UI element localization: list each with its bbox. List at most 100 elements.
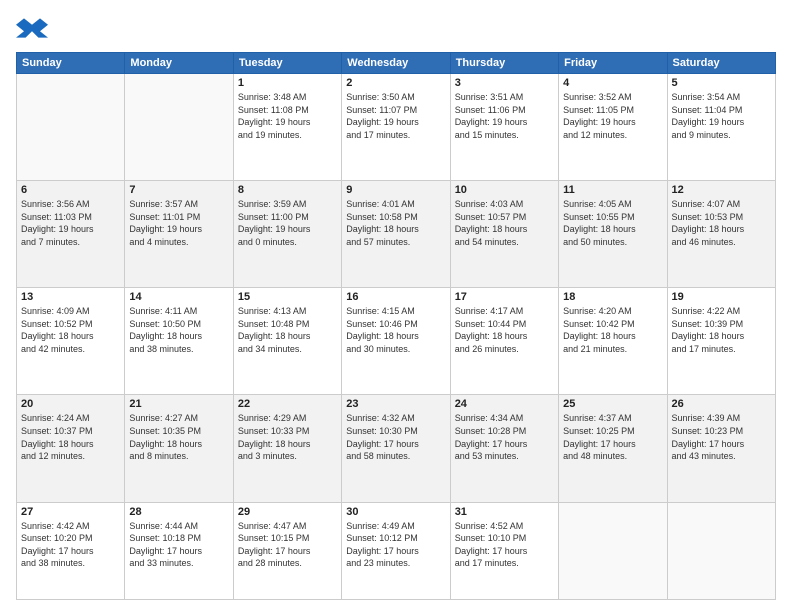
- day-number: 29: [238, 506, 337, 518]
- day-number: 13: [21, 291, 120, 303]
- weekday-header-tuesday: Tuesday: [233, 53, 341, 74]
- day-info: Sunrise: 4:20 AMSunset: 10:42 PMDaylight…: [563, 305, 662, 355]
- day-info: Sunrise: 4:22 AMSunset: 10:39 PMDaylight…: [672, 305, 771, 355]
- day-info: Sunrise: 4:49 AMSunset: 10:12 PMDaylight…: [346, 520, 445, 570]
- calendar-cell: 19 Sunrise: 4:22 AMSunset: 10:39 PMDaylig…: [667, 288, 775, 395]
- calendar-cell: 3 Sunrise: 3:51 AMSunset: 11:06 PMDayligh…: [450, 74, 558, 181]
- calendar-cell: 4 Sunrise: 3:52 AMSunset: 11:05 PMDayligh…: [559, 74, 667, 181]
- day-info: Sunrise: 4:13 AMSunset: 10:48 PMDaylight…: [238, 305, 337, 355]
- logo: [16, 12, 52, 44]
- generalblue-icon: [16, 12, 48, 44]
- calendar-cell: 2 Sunrise: 3:50 AMSunset: 11:07 PMDayligh…: [342, 74, 450, 181]
- day-info: Sunrise: 4:05 AMSunset: 10:55 PMDaylight…: [563, 198, 662, 248]
- day-number: 26: [672, 398, 771, 410]
- day-number: 9: [346, 184, 445, 196]
- day-info: Sunrise: 4:11 AMSunset: 10:50 PMDaylight…: [129, 305, 228, 355]
- calendar-cell: 15 Sunrise: 4:13 AMSunset: 10:48 PMDaylig…: [233, 288, 341, 395]
- calendar-cell: 6 Sunrise: 3:56 AMSunset: 11:03 PMDayligh…: [17, 181, 125, 288]
- day-number: 23: [346, 398, 445, 410]
- weekday-header-thursday: Thursday: [450, 53, 558, 74]
- calendar-cell: 5 Sunrise: 3:54 AMSunset: 11:04 PMDayligh…: [667, 74, 775, 181]
- calendar-table: SundayMondayTuesdayWednesdayThursdayFrid…: [16, 52, 776, 600]
- day-info: Sunrise: 3:56 AMSunset: 11:03 PMDaylight…: [21, 198, 120, 248]
- day-number: 28: [129, 506, 228, 518]
- day-number: 31: [455, 506, 554, 518]
- day-number: 3: [455, 77, 554, 89]
- day-number: 27: [21, 506, 120, 518]
- weekday-header-monday: Monday: [125, 53, 233, 74]
- calendar-cell: 16Sunrise: 4:15 AMSunset: 10:46 PMDaylig…: [342, 288, 450, 395]
- calendar-week-3: 13Sunrise: 4:09 AMSunset: 10:52 PMDaylig…: [17, 288, 776, 395]
- day-number: 8: [238, 184, 337, 196]
- calendar-cell: 14 Sunrise: 4:11 AMSunset: 10:50 PMDaylig…: [125, 288, 233, 395]
- weekday-header-sunday: Sunday: [17, 53, 125, 74]
- day-info: Sunrise: 4:34 AMSunset: 10:28 PMDaylight…: [455, 412, 554, 462]
- day-number: 12: [672, 184, 771, 196]
- day-info: Sunrise: 4:03 AMSunset: 10:57 PMDaylight…: [455, 198, 554, 248]
- day-number: 24: [455, 398, 554, 410]
- day-number: 22: [238, 398, 337, 410]
- calendar-week-5: 27 Sunrise: 4:42 AMSunset: 10:20 PMDaylig…: [17, 502, 776, 599]
- day-number: 7: [129, 184, 228, 196]
- day-number: 30: [346, 506, 445, 518]
- calendar-cell: 17Sunrise: 4:17 AMSunset: 10:44 PMDaylig…: [450, 288, 558, 395]
- calendar-cell: 11 Sunrise: 4:05 AMSunset: 10:55 PMDaylig…: [559, 181, 667, 288]
- calendar-cell: 10Sunrise: 4:03 AMSunset: 10:57 PMDaylig…: [450, 181, 558, 288]
- calendar-cell: 1Sunrise: 3:48 AMSunset: 11:08 PMDayligh…: [233, 74, 341, 181]
- day-info: Sunrise: 3:59 AMSunset: 11:00 PMDaylight…: [238, 198, 337, 248]
- day-number: 17: [455, 291, 554, 303]
- calendar-cell: 9 Sunrise: 4:01 AMSunset: 10:58 PMDayligh…: [342, 181, 450, 288]
- day-info: Sunrise: 3:57 AMSunset: 11:01 PMDaylight…: [129, 198, 228, 248]
- calendar-cell: [559, 502, 667, 599]
- day-info: Sunrise: 4:44 AMSunset: 10:18 PMDaylight…: [129, 520, 228, 570]
- calendar-cell: 18Sunrise: 4:20 AMSunset: 10:42 PMDaylig…: [559, 288, 667, 395]
- day-info: Sunrise: 4:32 AMSunset: 10:30 PMDaylight…: [346, 412, 445, 462]
- calendar-cell: [125, 74, 233, 181]
- calendar-cell: 20Sunrise: 4:24 AMSunset: 10:37 PMDaylig…: [17, 395, 125, 502]
- day-info: Sunrise: 3:48 AMSunset: 11:08 PMDaylight…: [238, 91, 337, 141]
- calendar-cell: 22Sunrise: 4:29 AMSunset: 10:33 PMDaylig…: [233, 395, 341, 502]
- calendar-cell: 25 Sunrise: 4:37 AMSunset: 10:25 PMDaylig…: [559, 395, 667, 502]
- day-info: Sunrise: 4:39 AMSunset: 10:23 PMDaylight…: [672, 412, 771, 462]
- day-info: Sunrise: 3:54 AMSunset: 11:04 PMDaylight…: [672, 91, 771, 141]
- day-number: 25: [563, 398, 662, 410]
- page: SundayMondayTuesdayWednesdayThursdayFrid…: [0, 0, 792, 612]
- calendar-cell: 28 Sunrise: 4:44 AMSunset: 10:18 PMDaylig…: [125, 502, 233, 599]
- calendar-week-1: 1Sunrise: 3:48 AMSunset: 11:08 PMDayligh…: [17, 74, 776, 181]
- day-number: 4: [563, 77, 662, 89]
- calendar-cell: 31 Sunrise: 4:52 AMSunset: 10:10 PMDaylig…: [450, 502, 558, 599]
- day-info: Sunrise: 3:50 AMSunset: 11:07 PMDaylight…: [346, 91, 445, 141]
- day-number: 5: [672, 77, 771, 89]
- day-info: Sunrise: 4:42 AMSunset: 10:20 PMDaylight…: [21, 520, 120, 570]
- calendar-cell: 13Sunrise: 4:09 AMSunset: 10:52 PMDaylig…: [17, 288, 125, 395]
- day-info: Sunrise: 4:52 AMSunset: 10:10 PMDaylight…: [455, 520, 554, 570]
- day-info: Sunrise: 4:01 AMSunset: 10:58 PMDaylight…: [346, 198, 445, 248]
- day-info: Sunrise: 3:51 AMSunset: 11:06 PMDaylight…: [455, 91, 554, 141]
- day-number: 14: [129, 291, 228, 303]
- calendar-cell: 23 Sunrise: 4:32 AMSunset: 10:30 PMDaylig…: [342, 395, 450, 502]
- calendar-cell: 21Sunrise: 4:27 AMSunset: 10:35 PMDaylig…: [125, 395, 233, 502]
- header: [16, 12, 776, 44]
- day-info: Sunrise: 4:07 AMSunset: 10:53 PMDaylight…: [672, 198, 771, 248]
- day-number: 11: [563, 184, 662, 196]
- calendar-cell: 29 Sunrise: 4:47 AMSunset: 10:15 PMDaylig…: [233, 502, 341, 599]
- weekday-header-wednesday: Wednesday: [342, 53, 450, 74]
- day-info: Sunrise: 4:37 AMSunset: 10:25 PMDaylight…: [563, 412, 662, 462]
- calendar-cell: 7 Sunrise: 3:57 AMSunset: 11:01 PMDayligh…: [125, 181, 233, 288]
- day-number: 6: [21, 184, 120, 196]
- calendar-cell: 30 Sunrise: 4:49 AMSunset: 10:12 PMDaylig…: [342, 502, 450, 599]
- day-info: Sunrise: 4:47 AMSunset: 10:15 PMDaylight…: [238, 520, 337, 570]
- day-number: 2: [346, 77, 445, 89]
- calendar-week-4: 20Sunrise: 4:24 AMSunset: 10:37 PMDaylig…: [17, 395, 776, 502]
- weekday-header-friday: Friday: [559, 53, 667, 74]
- calendar-cell: 12 Sunrise: 4:07 AMSunset: 10:53 PMDaylig…: [667, 181, 775, 288]
- calendar-cell: 27 Sunrise: 4:42 AMSunset: 10:20 PMDaylig…: [17, 502, 125, 599]
- calendar-cell: 24 Sunrise: 4:34 AMSunset: 10:28 PMDaylig…: [450, 395, 558, 502]
- day-number: 20: [21, 398, 120, 410]
- day-info: Sunrise: 4:15 AMSunset: 10:46 PMDaylight…: [346, 305, 445, 355]
- day-number: 19: [672, 291, 771, 303]
- weekday-header-row: SundayMondayTuesdayWednesdayThursdayFrid…: [17, 53, 776, 74]
- day-number: 15: [238, 291, 337, 303]
- day-info: Sunrise: 3:52 AMSunset: 11:05 PMDaylight…: [563, 91, 662, 141]
- day-info: Sunrise: 4:27 AMSunset: 10:35 PMDaylight…: [129, 412, 228, 462]
